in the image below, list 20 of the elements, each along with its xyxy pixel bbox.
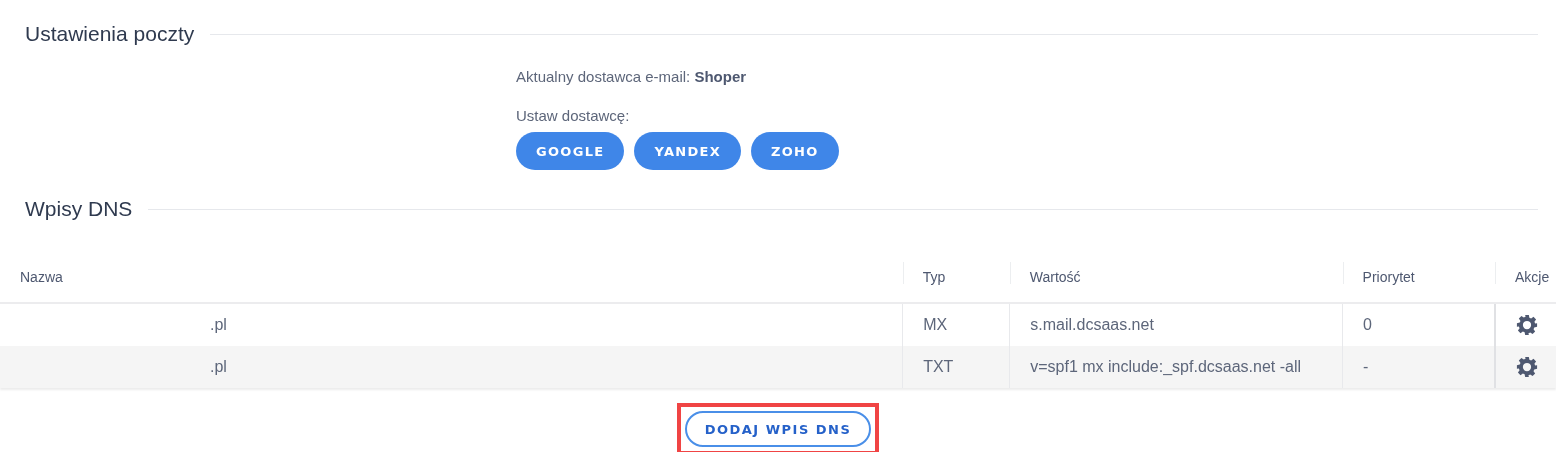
table-cell: TXT	[902, 346, 1010, 388]
section-title: Ustawienia poczty	[25, 22, 195, 46]
table-cell: -	[1342, 346, 1495, 388]
settings-icon[interactable]	[1516, 356, 1538, 378]
add-dns-button[interactable]: DODAJ WPIS DNS	[684, 411, 872, 447]
column-header: Typ	[902, 252, 1010, 303]
provider-button[interactable]: ZOHO	[751, 132, 839, 170]
table-cell: .pl	[0, 303, 903, 346]
current-provider-text: Aktualny dostawca e-mail: Shoper	[516, 68, 748, 85]
settings-icon[interactable]	[1516, 314, 1538, 336]
column-header: Priorytet	[1342, 252, 1495, 303]
section-title: Wpisy DNS	[25, 197, 133, 221]
set-provider-label: Ustaw dostawcę:	[516, 107, 631, 124]
column-header: Nazwa	[0, 252, 903, 303]
provider-button[interactable]: GOOGLE	[516, 132, 625, 170]
column-header: Wartość	[1009, 252, 1343, 303]
column-header: Akcje	[1495, 252, 1556, 303]
provider-button[interactable]: YANDEX	[634, 132, 742, 170]
table-cell: v=spf1 mx include:_spf.dcsaas.net -all	[1009, 346, 1343, 388]
table-cell: .pl	[0, 346, 903, 388]
